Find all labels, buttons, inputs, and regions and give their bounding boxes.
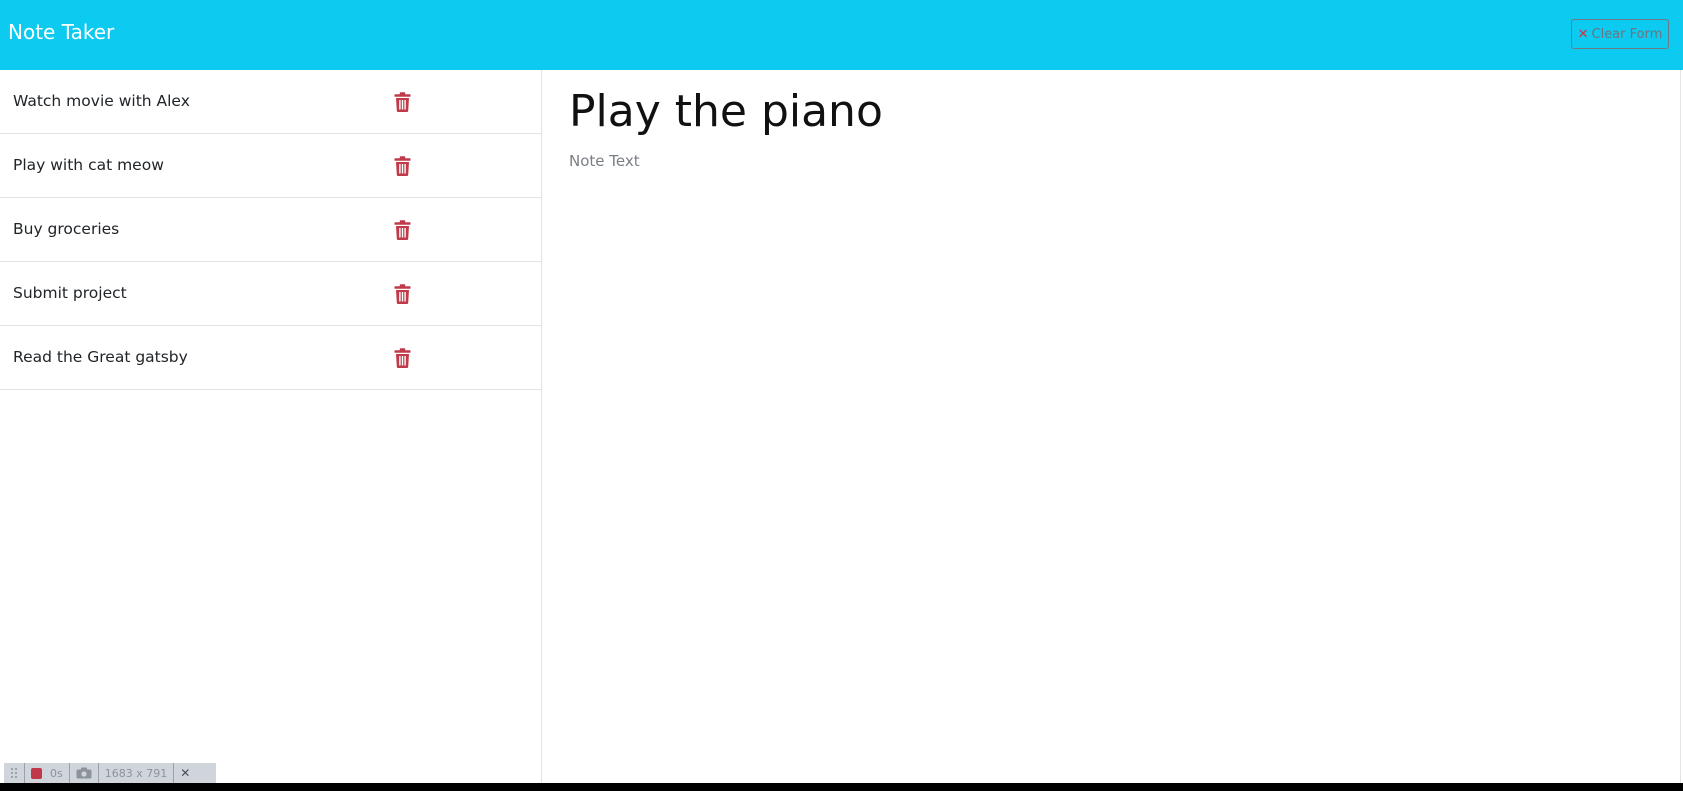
recorder-toolbar: 0s 1683 x 791 ✕	[4, 763, 216, 783]
note-title-input[interactable]	[569, 82, 1569, 140]
note-title: Buy groceries	[13, 220, 120, 238]
x-icon: ✕	[1577, 26, 1589, 42]
clear-form-button[interactable]: ✕ Clear Form	[1571, 19, 1669, 49]
notes-sidebar: Watch movie with Alex Play with cat meow	[0, 70, 542, 783]
trash-icon[interactable]	[394, 284, 411, 304]
drag-handle-icon[interactable]	[4, 763, 25, 783]
note-title: Watch movie with Alex	[13, 92, 190, 110]
navbar: Note Taker ✕ Clear Form	[0, 0, 1683, 70]
camera-icon[interactable]	[70, 763, 99, 783]
recording-size: 1683 x 791	[99, 763, 175, 783]
close-icon[interactable]: ✕	[174, 763, 196, 783]
bottom-bar	[0, 783, 1683, 791]
note-list-item[interactable]: Buy groceries	[0, 198, 541, 262]
app-title: Note Taker	[8, 20, 115, 44]
note-list-item[interactable]: Watch movie with Alex	[0, 70, 541, 134]
app-window: Note Taker ✕ Clear Form Watch movie with…	[0, 0, 1683, 783]
stop-icon[interactable]	[31, 767, 42, 779]
trash-icon[interactable]	[394, 156, 411, 176]
note-title: Submit project	[13, 284, 127, 302]
note-list: Watch movie with Alex Play with cat meow	[0, 70, 541, 390]
trash-icon[interactable]	[394, 220, 411, 240]
note-title: Play with cat meow	[13, 156, 164, 174]
note-list-item[interactable]: Read the Great gatsby	[0, 326, 541, 390]
record-control[interactable]: 0s	[25, 763, 70, 783]
trash-icon[interactable]	[394, 348, 411, 368]
recording-time: 0s	[50, 766, 63, 780]
clear-form-label: Clear Form	[1591, 26, 1663, 42]
note-editor	[543, 70, 1681, 783]
note-list-item[interactable]: Play with cat meow	[0, 134, 541, 198]
note-list-item[interactable]: Submit project	[0, 262, 541, 326]
trash-icon[interactable]	[394, 92, 411, 112]
note-title: Read the Great gatsby	[13, 348, 188, 366]
note-text-input[interactable]	[569, 152, 1649, 552]
